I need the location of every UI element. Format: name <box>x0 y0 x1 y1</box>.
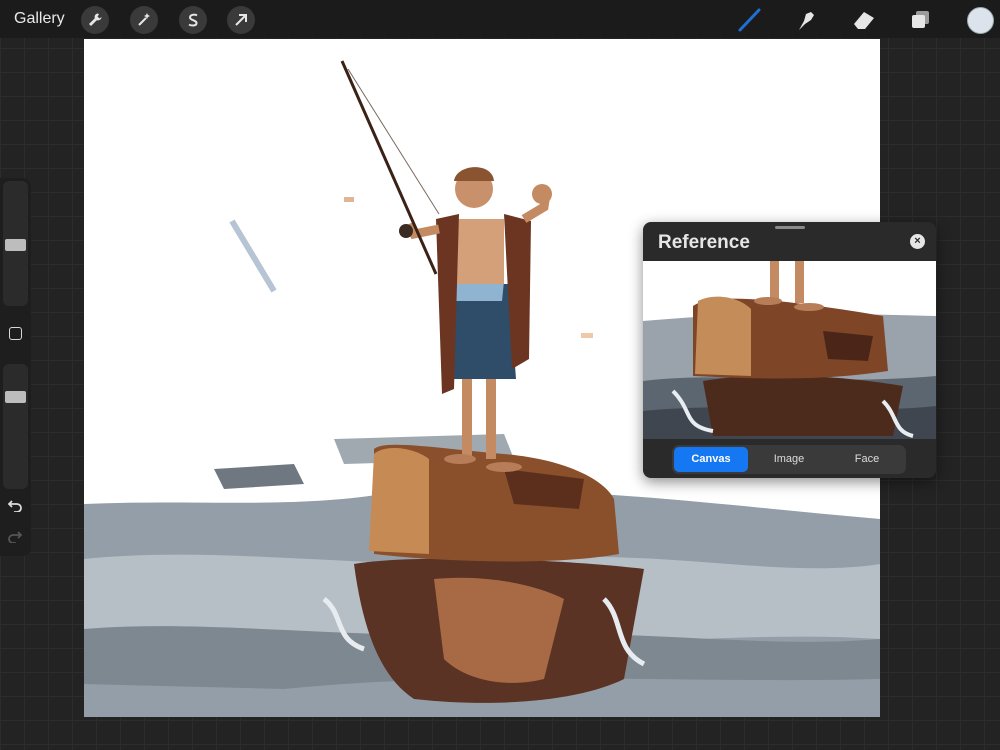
reference-title: Reference <box>658 232 750 253</box>
eraser-icon[interactable] <box>850 6 878 34</box>
brush-size-slider[interactable] <box>3 181 28 306</box>
gallery-button[interactable]: Gallery <box>14 10 65 28</box>
reference-preview-image <box>643 261 936 439</box>
selection-s-icon[interactable] <box>179 6 207 34</box>
left-sidebar <box>0 178 31 556</box>
color-picker-button[interactable] <box>967 7 994 34</box>
magic-wand-icon[interactable] <box>130 6 158 34</box>
modify-button[interactable] <box>9 327 22 340</box>
tab-image[interactable]: Image <box>752 447 826 472</box>
transform-arrow-icon[interactable] <box>227 6 255 34</box>
wrench-icon[interactable] <box>81 6 109 34</box>
reference-panel[interactable]: Reference × Canvas Image Face <box>643 222 936 478</box>
tab-canvas[interactable]: Canvas <box>674 447 748 472</box>
brush-icon[interactable] <box>735 6 763 34</box>
tab-face[interactable]: Face <box>830 447 904 472</box>
panel-drag-handle[interactable] <box>775 226 805 229</box>
reference-mode-segmented: Canvas Image Face <box>672 445 906 474</box>
reference-preview[interactable] <box>643 261 936 439</box>
undo-arrow-icon[interactable] <box>7 498 22 515</box>
top-toolbar: Gallery <box>0 0 1000 38</box>
brush-size-thumb[interactable] <box>5 239 26 251</box>
close-icon[interactable]: × <box>910 234 925 249</box>
redo-arrow-icon[interactable] <box>8 529 23 546</box>
opacity-thumb[interactable] <box>5 391 26 403</box>
opacity-slider[interactable] <box>3 364 28 489</box>
layers-icon[interactable] <box>907 6 935 34</box>
smudge-icon[interactable] <box>793 6 821 34</box>
